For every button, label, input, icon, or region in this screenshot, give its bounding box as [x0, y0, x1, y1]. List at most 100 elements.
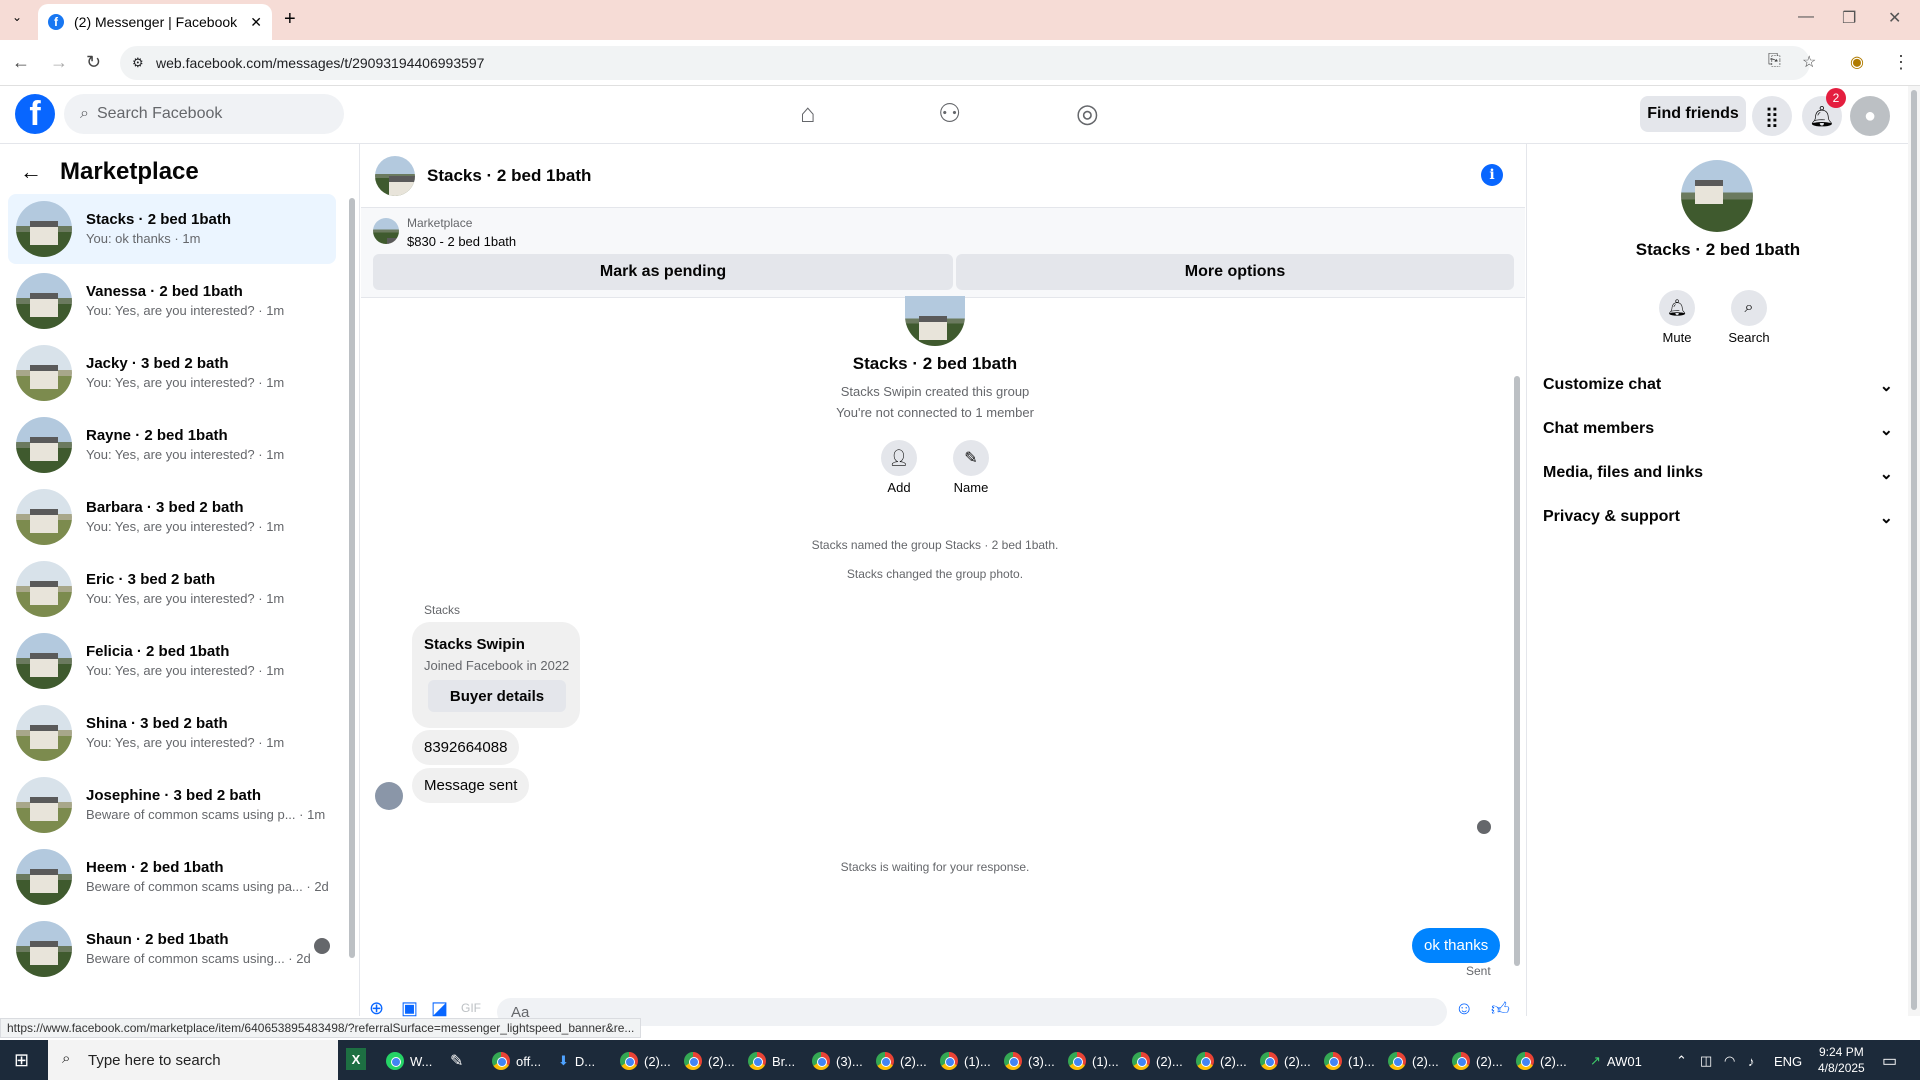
language-indicator[interactable]: ENG — [1774, 1048, 1802, 1074]
conversation-item[interactable]: Eric · 3 bed 2 bath You: Yes, are you int… — [8, 554, 336, 624]
name-label: Name — [953, 480, 989, 495]
taskbar-app[interactable]: (2)... — [1260, 1048, 1311, 1074]
taskbar-app[interactable]: (1)... — [1068, 1048, 1119, 1074]
minimize-icon[interactable]: — — [1798, 8, 1814, 26]
photo-icon[interactable]: ▣ — [401, 998, 418, 1019]
search-icon[interactable]: ⌕ — [1731, 290, 1767, 326]
menu-grid-icon[interactable]: ⣿ — [1752, 96, 1792, 136]
conversation-item[interactable]: Jacky · 3 bed 2 bath You: Yes, are you in… — [8, 338, 336, 408]
mark-as-pending-button[interactable]: Mark as pending — [373, 254, 953, 290]
emoji-icon[interactable]: ☺ — [1455, 998, 1473, 1019]
edit-name-icon[interactable]: ✎ — [953, 440, 989, 476]
conversation-item[interactable]: Rayne · 2 bed 1bath You: Yes, are you int… — [8, 410, 336, 480]
home-icon[interactable]: ⌂ — [800, 98, 816, 129]
search-icon: ⌕ — [62, 1050, 71, 1067]
buyer-details-button[interactable]: Buyer details — [428, 680, 566, 712]
close-tab-icon[interactable]: ✕ — [250, 14, 262, 31]
taskbar-app[interactable]: (2)... — [1516, 1048, 1567, 1074]
url-field[interactable]: ⚙ web.facebook.com/messages/t/2909319440… — [120, 46, 1810, 80]
taskbar-app[interactable]: (3)... — [812, 1048, 863, 1074]
conversation-item[interactable]: Shaun · 2 bed 1bath Beware of common scam… — [8, 914, 336, 984]
taskbar-search[interactable]: ⌕ Type here to search — [48, 1040, 338, 1080]
network-icon[interactable]: ◫ — [1700, 1048, 1712, 1074]
listing-price[interactable]: $830 - 2 bed 1bath — [407, 234, 516, 249]
stock-widget[interactable]: ↗ AW01 — [1590, 1048, 1642, 1074]
back-icon[interactable]: ← — [12, 52, 30, 73]
bookmark-star-icon[interactable]: ☆ — [1802, 52, 1816, 72]
reload-icon[interactable]: ↻ — [86, 52, 101, 73]
taskbar-app[interactable]: (1)... — [1324, 1048, 1375, 1074]
notification-center-icon[interactable]: ▭ — [1882, 1048, 1897, 1074]
conversation-item[interactable]: Barbara · 3 bed 2 bath You: Yes, are you … — [8, 482, 336, 552]
site-info-icon[interactable]: ⚙ — [132, 55, 144, 71]
info-icon[interactable]: i — [1481, 164, 1503, 186]
friends-icon[interactable]: ⚇ — [938, 98, 961, 129]
mute-bell-icon[interactable]: 🔔︎ — [1659, 290, 1695, 326]
taskbar-app[interactable]: (3)... — [1004, 1048, 1055, 1074]
chat-scrollbar[interactable] — [1514, 376, 1520, 966]
media-files-section[interactable]: Media, files and links ⌄ — [1543, 464, 1893, 484]
gif-icon[interactable]: GIF — [461, 1001, 481, 1015]
page-scrollbar[interactable] — [1908, 86, 1920, 1016]
taskbar-app[interactable]: (2)... — [1452, 1048, 1503, 1074]
customize-chat-section[interactable]: Customize chat ⌄ — [1543, 376, 1893, 396]
taskbar-app[interactable]: (2)... — [620, 1048, 671, 1074]
sticker-icon[interactable]: ◪ — [431, 998, 448, 1019]
like-thumb-icon[interactable]: 👍︎ — [1491, 998, 1510, 1020]
taskbar-app[interactable]: W... — [386, 1048, 432, 1074]
listing-thumbnail[interactable] — [373, 218, 399, 244]
taskbar-app[interactable]: off... — [492, 1048, 541, 1074]
chat-members-section[interactable]: Chat members ⌄ — [1543, 420, 1893, 440]
message-bubble[interactable]: Message sent — [412, 768, 530, 803]
group-avatar[interactable] — [1681, 160, 1753, 232]
taskbar-app[interactable]: Br... — [748, 1048, 795, 1074]
sender-avatar[interactable] — [375, 782, 403, 810]
conversation-item[interactable]: Josephine · 3 bed 2 bath Beware of common… — [8, 770, 336, 840]
taskbar-app[interactable]: ✎ — [450, 1048, 463, 1074]
taskbar-app[interactable]: (2)... — [1388, 1048, 1439, 1074]
close-window-icon[interactable]: ✕ — [1888, 8, 1901, 28]
tab-search-icon[interactable]: ⌄ — [12, 10, 22, 24]
conversation-name: Barbara · 3 bed 2 bath — [86, 499, 244, 516]
find-friends-button[interactable]: Find friends — [1640, 96, 1746, 132]
new-tab-icon[interactable]: + — [284, 8, 296, 31]
profile-icon[interactable]: ◉ — [1850, 52, 1864, 72]
conversation-item[interactable]: Felicia · 2 bed 1bath You: Yes, are you i… — [8, 626, 336, 696]
back-arrow-icon[interactable]: ← — [20, 159, 42, 185]
conversation-item[interactable]: Heem · 2 bed 1bath Beware of common scams… — [8, 842, 336, 912]
taskbar-app[interactable]: ⬇ D... — [558, 1048, 595, 1074]
taskbar-app[interactable]: (1)... — [940, 1048, 991, 1074]
excel-icon[interactable]: X — [346, 1048, 366, 1070]
tray-chevron-icon[interactable]: ⌃ — [1676, 1048, 1687, 1074]
conversation-item[interactable]: Stacks · 2 bed 1bath You: ok thanks · 1m — [8, 194, 336, 264]
forward-icon[interactable]: → — [50, 52, 68, 73]
taskbar-app[interactable]: (2)... — [1132, 1048, 1183, 1074]
facebook-search-input[interactable]: ⌕ Search Facebook — [64, 94, 344, 134]
clock[interactable]: 9:24 PM 4/8/2025 — [1818, 1044, 1865, 1076]
privacy-support-section[interactable]: Privacy & support ⌄ — [1543, 508, 1893, 528]
more-options-button[interactable]: More options — [956, 254, 1514, 290]
taskbar-app[interactable]: (2)... — [1196, 1048, 1247, 1074]
volume-icon[interactable]: ♪ — [1748, 1048, 1755, 1074]
facebook-logo-icon[interactable]: f — [15, 94, 55, 134]
account-avatar[interactable]: ● — [1850, 96, 1890, 136]
windows-start-icon[interactable]: ⊞ — [14, 1050, 29, 1071]
conversation-item[interactable]: Shina · 3 bed 2 bath You: Yes, are you in… — [8, 698, 336, 768]
message-bubble[interactable]: 8392664088 — [412, 730, 520, 765]
sidebar-scrollbar[interactable] — [349, 198, 355, 958]
chat-avatar[interactable] — [375, 155, 415, 196]
browser-menu-icon[interactable]: ⋮ — [1892, 52, 1910, 73]
conversation-item[interactable]: Vanessa · 2 bed 1bath You: Yes, are you i… — [8, 266, 336, 336]
browser-tab[interactable]: f (2) Messenger | Facebook ✕ — [38, 4, 272, 40]
plus-icon[interactable]: ⊕ — [369, 998, 384, 1019]
install-app-icon[interactable]: ⎘ — [1768, 52, 1781, 70]
wifi-icon[interactable]: ◠ — [1724, 1048, 1735, 1074]
taskbar-app[interactable]: (2)... — [684, 1048, 735, 1074]
scroll-thumb[interactable] — [1911, 90, 1917, 1010]
taskbar-app[interactable]: (2)... — [876, 1048, 927, 1074]
add-person-icon[interactable]: 👤︎ — [881, 440, 917, 476]
chat-title[interactable]: Stacks · 2 bed 1bath — [427, 166, 591, 186]
restore-icon[interactable]: ❐ — [1842, 8, 1856, 28]
groups-icon[interactable]: ◎ — [1076, 98, 1099, 129]
my-message-bubble[interactable]: ok thanks — [1412, 928, 1501, 963]
